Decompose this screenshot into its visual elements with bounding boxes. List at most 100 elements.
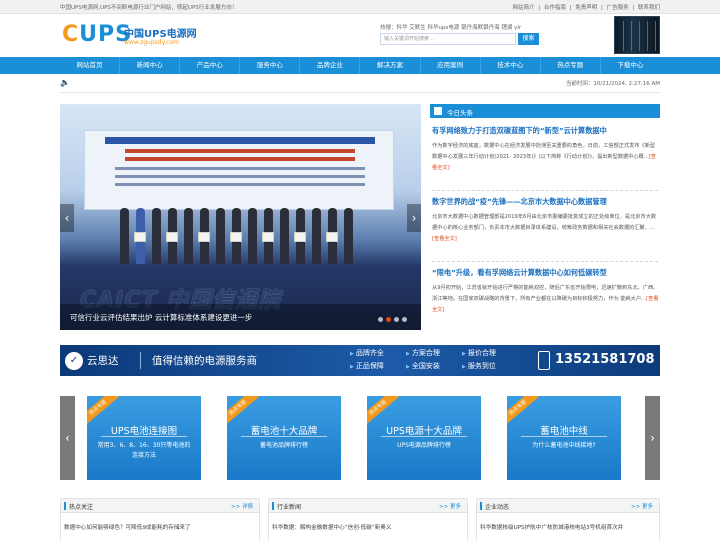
banner-features: 品牌齐全 方案合理 报价合理 正品保障 全国安装 服务到位	[350, 348, 510, 374]
column-more-link[interactable]: >> 更多	[631, 502, 653, 510]
banner-feature: 报价合理	[462, 348, 496, 358]
nav-news[interactable]: 新闻中心	[120, 57, 181, 74]
topic-card[interactable]: 热点专题 UPS电源十大品牌 UPS电源品牌排行榜	[367, 396, 481, 480]
info-bar: 🔈 当前时间：10/21/2024, 2:27:16 AM	[60, 76, 660, 90]
topic-card-subtitle: 常用3、6、8、16、30只等电池的连接方法	[97, 442, 191, 459]
column-more-link[interactable]: >> 更多	[439, 502, 461, 510]
headline-summary-text: 北京市大数据中心数据管理部是2019年6月由北京市委编委批复成立的正处级单位，是…	[432, 214, 657, 231]
nav-topics[interactable]: 热点专题	[541, 57, 601, 74]
headline-title[interactable]: “限电”升级，看有孚网络云计算数据中心如何低碳转型	[432, 268, 660, 278]
site-slogan: 中国UPS电源网,UPS不间断电源行业门户网站，撑起UPS行业发展方向！	[60, 5, 238, 11]
logo-url: www.zgupsdy.com	[124, 39, 179, 46]
slider-next-arrow-icon[interactable]: ›	[407, 204, 421, 232]
nav-tech[interactable]: 技术中心	[481, 57, 541, 74]
link-about[interactable]: 网站简介	[512, 5, 534, 11]
divider	[241, 436, 327, 437]
divider	[140, 352, 141, 369]
headlines-panel: 今日头条 有孚网络致力于打造双碳蓝图下的“新型”云计算数据中 作为数字经济的底座…	[430, 104, 660, 330]
headline-summary: 北京市大数据中心数据管理部是2019年6月由北京市委编委批复成立的正处级单位，是…	[432, 212, 660, 245]
read-more-link[interactable]: [查看全文]	[432, 236, 457, 242]
industry-news-column: 行业新闻 >> 更多 科华数据：解构金融数据中心“信创·低碳”新奥义	[268, 498, 468, 540]
image-slider[interactable]: CAICT 中国信通院 可信行业云评估结果出炉 云计算标准体系建设更进一步 ‹ …	[60, 104, 421, 330]
link-disclaimer[interactable]: 免责声明	[575, 5, 597, 11]
topic-card-title: UPS电池连接图	[110, 426, 178, 437]
nav-home[interactable]: 网站首页	[60, 57, 121, 74]
headline-title[interactable]: 有孚网络致力于打造双碳蓝图下的“新型”云计算数据中	[432, 126, 660, 136]
headlines-title: 今日头条	[447, 109, 473, 117]
speaker-icon: 🔈	[60, 78, 70, 87]
logo-letter-c: C	[62, 22, 80, 47]
slide-caption[interactable]: 可信行业云评估结果出炉 云计算标准体系建设更进一步	[70, 312, 252, 323]
headlines-header: 今日头条	[430, 104, 660, 118]
headline-summary-text: 作为数字经济的底座，数据中心在经济发展中扮演至关重要的角色。日前，工信部正式发布…	[432, 143, 656, 160]
current-time: 当前时间：10/21/2024, 2:27:16 AM	[565, 81, 660, 87]
topic-card-subtitle: 蓄电池品牌排行榜	[259, 442, 308, 449]
logo-chinese-name: 中国UPS电源网	[124, 29, 197, 40]
topic-card[interactable]: 热点专题 蓄电池中线 为什么蓄电池中线接地?	[507, 396, 621, 480]
banner-feature: 品牌齐全	[350, 348, 384, 358]
divider	[521, 436, 607, 437]
headline-summary: 从9月初开始，江苏省就开始进行严格的能耗双控，随后广东省开始限电，迅速扩散到东北…	[432, 283, 660, 316]
banner-feature: 服务到位	[462, 361, 496, 371]
banner-feature: 正品保障	[350, 361, 384, 371]
column-title: 热点关注	[63, 502, 94, 511]
logo-mark: CUPS	[62, 22, 132, 47]
nav-solutions[interactable]: 解决方案	[360, 57, 421, 74]
site-logo[interactable]: CUPS 中国UPS电源网 www.zgupsdy.com	[62, 22, 197, 54]
column-more-link[interactable]: >> 详情	[231, 502, 253, 510]
divider	[60, 92, 660, 93]
slide-dot-active[interactable]	[386, 317, 391, 322]
nav-brands[interactable]: 品牌企业	[300, 57, 361, 74]
banner-brand: 云思达	[87, 355, 119, 367]
slide-dot[interactable]	[378, 317, 383, 322]
link-ads[interactable]: 广告服务	[607, 5, 629, 11]
slider-prev-arrow-icon[interactable]: ‹	[60, 204, 74, 232]
list-item[interactable]: 科华数据：解构金融数据中心“信创·低碳”新奥义	[272, 523, 391, 531]
divider	[432, 190, 658, 191]
list-item[interactable]: 科华数据核级UPS护航中广核防城港核电站3号机组首次并	[480, 523, 623, 531]
column-header: 企业动态 >> 更多	[477, 499, 659, 513]
topic-card[interactable]: 热点专题 UPS电池连接图 常用3、6、8、16、30只等电池的连接方法	[87, 396, 201, 480]
separator: |	[632, 5, 635, 11]
link-contact[interactable]: 联系我们	[638, 5, 660, 11]
slide-dot[interactable]	[402, 317, 407, 322]
topic-card-subtitle: 为什么蓄电池中线接地?	[532, 442, 596, 449]
server-rack-image	[614, 16, 660, 54]
headline-title[interactable]: 数字世界的战“疫”先锋——北京市大数据中心数据管理	[432, 197, 660, 207]
phone-icon	[538, 351, 550, 370]
top-bar: 中国UPS电源网,UPS不间断电源行业门户网站，撑起UPS行业发展方向！ 网站简…	[0, 0, 720, 14]
people-on-stage	[120, 194, 360, 264]
column-header: 热点关注 >> 详情	[61, 499, 259, 513]
nav-downloads[interactable]: 下载中心	[601, 57, 660, 74]
divider	[101, 436, 187, 437]
headline-summary: 作为数字经济的底座，数据中心在经济发展中扮演至关重要的角色。日前，工信部正式发布…	[432, 141, 660, 174]
list-item[interactable]: 数据中心如何能够绿色？可降低9成能耗的存储来了	[64, 523, 191, 531]
nav-products[interactable]: 产品中心	[180, 57, 241, 74]
column-header: 行业新闻 >> 更多	[269, 499, 467, 513]
column-title: 行业新闻	[271, 502, 302, 511]
separator: |	[569, 5, 572, 11]
divider	[381, 436, 467, 437]
separator: |	[538, 5, 541, 11]
carousel-prev-arrow-icon[interactable]: ‹	[60, 396, 75, 480]
slide-dot[interactable]	[394, 317, 399, 322]
carousel-next-arrow-icon[interactable]: ›	[645, 396, 660, 480]
headline-item: 有孚网络致力于打造双碳蓝图下的“新型”云计算数据中 作为数字经济的底座，数据中心…	[432, 126, 660, 174]
hot-search-keywords[interactable]: 热搜：科华 艾默生 科华ups电源 银丹海默银丹海 锂湖 ylr	[380, 23, 521, 31]
slide-dots	[378, 317, 407, 322]
company-news-column: 企业动态 >> 更多 科华数据核级UPS护航中广核防城港核电站3号机组首次并	[476, 498, 660, 540]
topic-card[interactable]: 热点专题 蓄电池十大品牌 蓄电池品牌排行榜	[227, 396, 341, 480]
nav-service[interactable]: 服务中心	[240, 57, 301, 74]
headline-item: “限电”升级，看有孚网络云计算数据中心如何低碳转型 从9月初开始，江苏省就开始进…	[432, 268, 660, 316]
search-input[interactable]: 输入关键词开始搜索...	[380, 33, 516, 45]
link-cooperation[interactable]: 合作指南	[544, 5, 566, 11]
divider	[432, 261, 658, 262]
cloud-brand-icon: ✓	[65, 352, 83, 370]
topic-carousel: ‹ 热点专题 UPS电池连接图 常用3、6、8、16、30只等电池的连接方法 热…	[60, 396, 660, 480]
headline-summary-text: 从9月初开始，江苏省就开始进行严格的能耗双控，随后广东省开始限电，迅速扩散到东北…	[432, 285, 659, 302]
banner-feature: 全国安装	[406, 361, 440, 371]
search-button[interactable]: 搜索	[518, 33, 539, 45]
ad-banner[interactable]: ✓ 云思达 值得信赖的电源服务商 品牌齐全 方案合理 报价合理 正品保障 全国安…	[60, 345, 660, 376]
square-icon	[434, 107, 442, 115]
nav-cases[interactable]: 应用案例	[421, 57, 481, 74]
